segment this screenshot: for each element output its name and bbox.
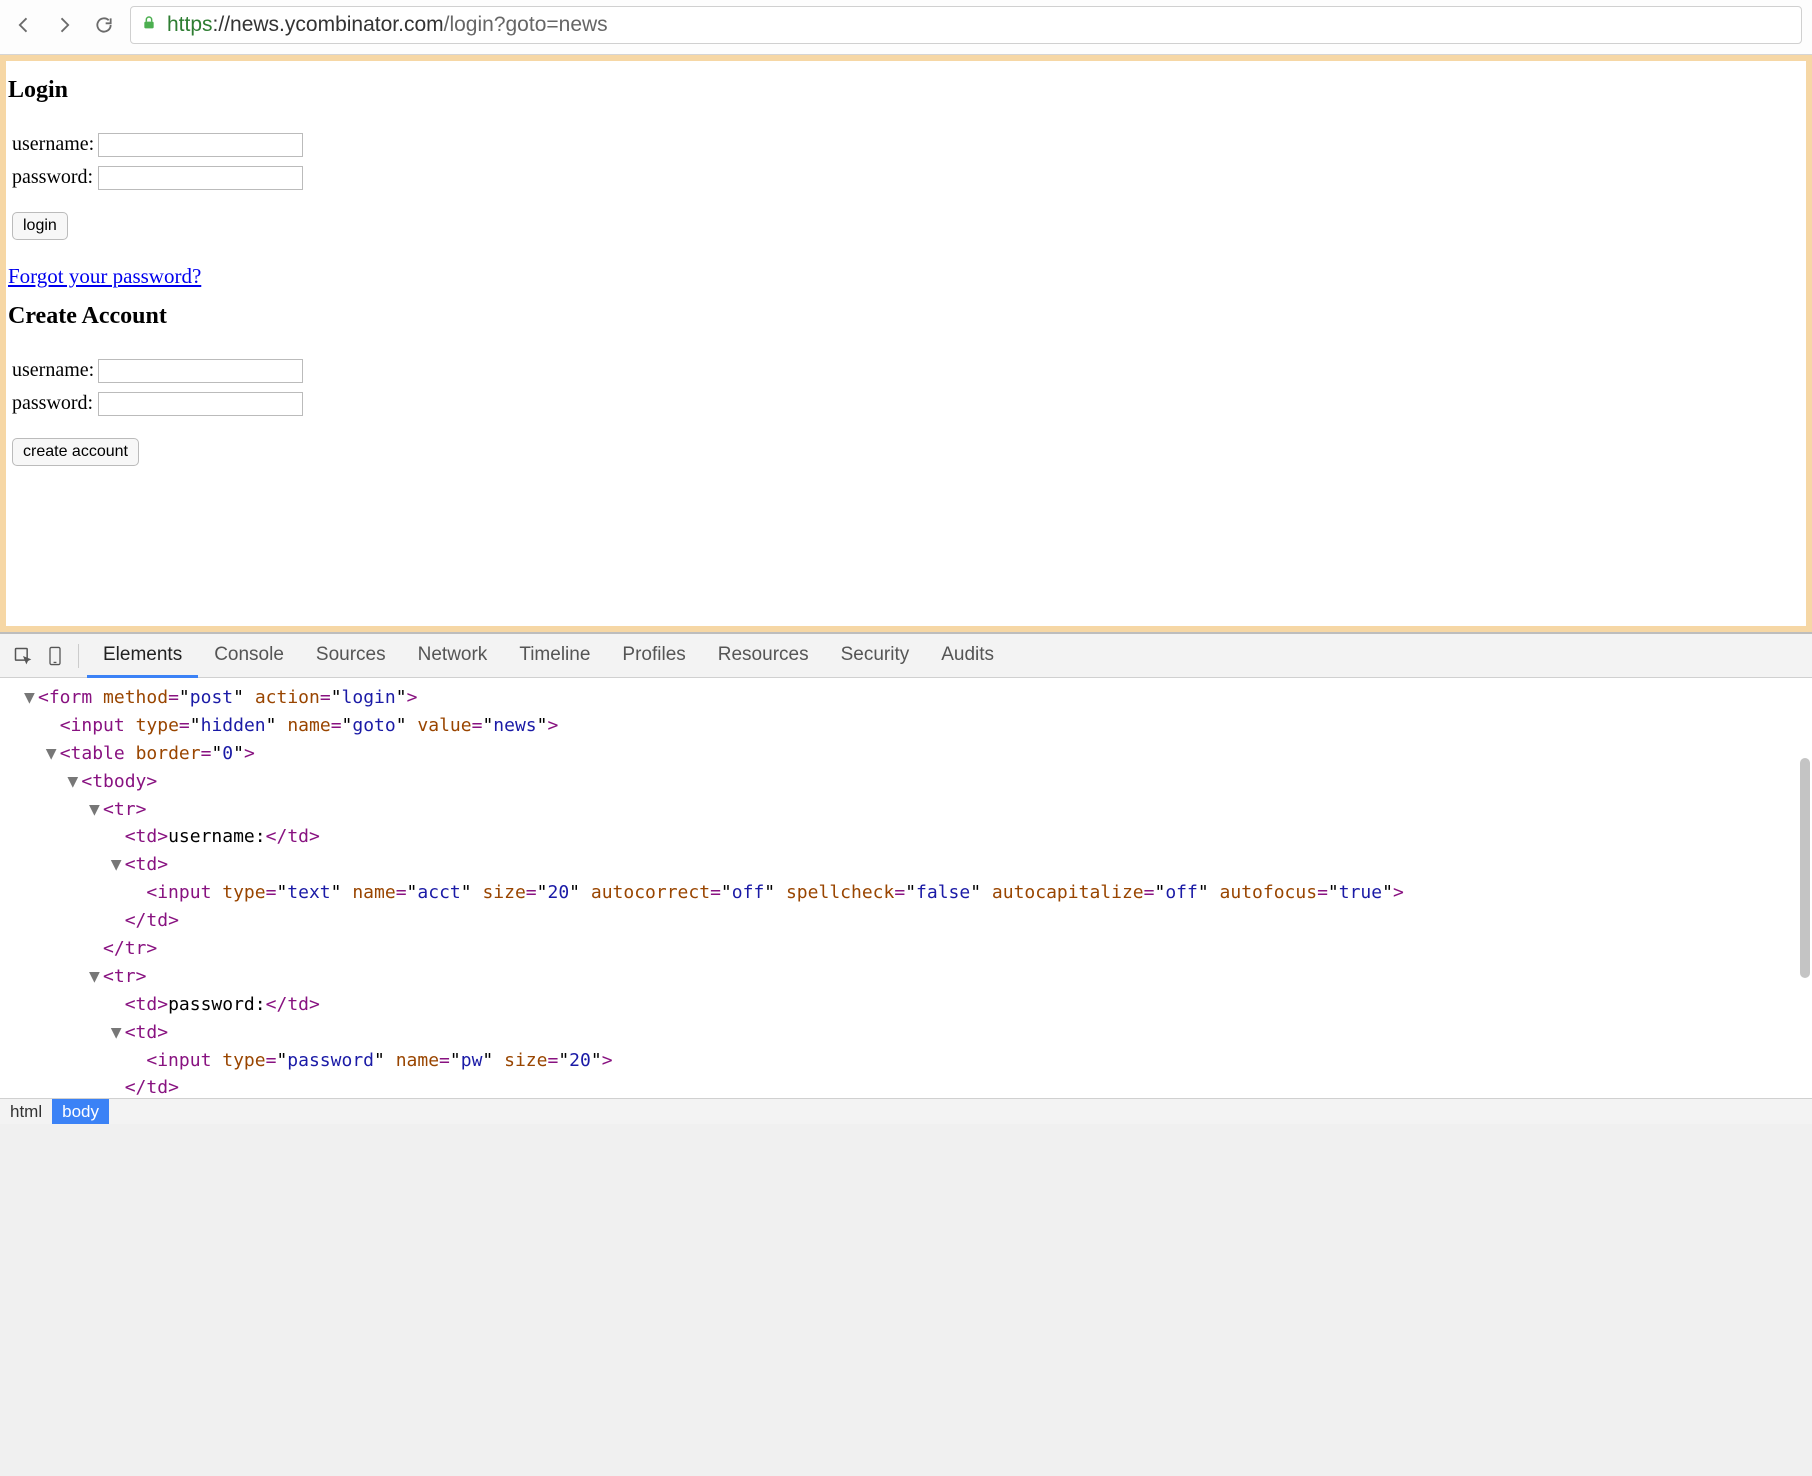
elements-breadcrumb: htmlbody: [0, 1098, 1812, 1124]
login-heading: Login: [8, 77, 1806, 104]
forward-button[interactable]: [50, 11, 78, 39]
source-line[interactable]: ▼ <td>: [24, 1019, 1812, 1047]
page-viewport: Login username: password: login Forgot y…: [0, 55, 1812, 632]
login-username-input[interactable]: [98, 133, 303, 157]
source-line[interactable]: ▼ <td>: [24, 851, 1812, 879]
create-account-button[interactable]: create account: [12, 438, 139, 466]
devtools-tab-resources[interactable]: Resources: [702, 634, 825, 678]
source-line[interactable]: ▼ <tbody>: [24, 768, 1812, 796]
login-password-input[interactable]: [98, 166, 303, 190]
create-password-label: password:: [12, 387, 98, 420]
page-body: Login username: password: login Forgot y…: [6, 61, 1806, 626]
create-account-form: username: password:: [12, 354, 307, 420]
devtools-panel: ElementsConsoleSourcesNetworkTimelinePro…: [0, 632, 1812, 1124]
source-line[interactable]: <input type="text" name="acct" size="20"…: [24, 879, 1812, 907]
source-line[interactable]: <td>username:</td>: [24, 823, 1812, 851]
browser-toolbar: https://news.ycombinator.com/login?goto=…: [0, 0, 1812, 55]
device-toggle-icon[interactable]: [42, 643, 68, 669]
forgot-password-link[interactable]: Forgot your password?: [8, 264, 201, 289]
source-line[interactable]: <input type="password" name="pw" size="2…: [24, 1047, 1812, 1075]
source-line[interactable]: ▼ <form method="post" action="login">: [24, 684, 1812, 712]
devtools-tab-console[interactable]: Console: [198, 634, 300, 678]
devtools-separator: [78, 644, 79, 668]
devtools-tab-sources[interactable]: Sources: [300, 634, 402, 678]
url-path: /login?goto=news: [444, 13, 608, 36]
create-account-heading: Create Account: [8, 303, 1806, 330]
url-text: https://news.ycombinator.com/login?goto=…: [167, 13, 608, 37]
create-username-input[interactable]: [98, 359, 303, 383]
create-username-label: username:: [12, 354, 98, 387]
source-line[interactable]: <td>password:</td>: [24, 991, 1812, 1019]
source-line[interactable]: ▼ <tr>: [24, 796, 1812, 824]
url-scheme: https: [167, 13, 213, 36]
devtools-tab-audits[interactable]: Audits: [925, 634, 1010, 678]
source-line[interactable]: <input type="hidden" name="goto" value="…: [24, 712, 1812, 740]
source-line[interactable]: ▼ <tr>: [24, 963, 1812, 991]
login-button[interactable]: login: [12, 212, 68, 240]
login-password-label: password:: [12, 161, 98, 194]
source-line[interactable]: </td>: [24, 907, 1812, 935]
login-username-label: username:: [12, 128, 98, 161]
devtools-tab-timeline[interactable]: Timeline: [503, 634, 606, 678]
source-line[interactable]: </tr>: [24, 935, 1812, 963]
devtools-tab-network[interactable]: Network: [402, 634, 504, 678]
inspect-element-icon[interactable]: [10, 643, 36, 669]
back-button[interactable]: [10, 11, 38, 39]
create-password-input[interactable]: [98, 392, 303, 416]
lock-icon: [141, 15, 157, 36]
breadcrumb-body[interactable]: body: [52, 1099, 109, 1124]
devtools-tab-security[interactable]: Security: [825, 634, 926, 678]
devtools-tab-elements[interactable]: Elements: [87, 634, 198, 678]
source-line[interactable]: </td>: [24, 1074, 1812, 1098]
scrollbar-thumb[interactable]: [1800, 758, 1810, 978]
address-bar[interactable]: https://news.ycombinator.com/login?goto=…: [130, 6, 1802, 44]
devtools-tab-bar: ElementsConsoleSourcesNetworkTimelinePro…: [0, 634, 1812, 678]
url-host: ://news.ycombinator.com: [213, 13, 444, 36]
reload-button[interactable]: [90, 11, 118, 39]
source-line[interactable]: ▼ <table border="0">: [24, 740, 1812, 768]
devtools-tab-profiles[interactable]: Profiles: [606, 634, 701, 678]
login-form: username: password:: [12, 128, 307, 194]
breadcrumb-html[interactable]: html: [0, 1099, 52, 1124]
elements-panel[interactable]: ▼ <form method="post" action="login"> <i…: [0, 678, 1812, 1098]
